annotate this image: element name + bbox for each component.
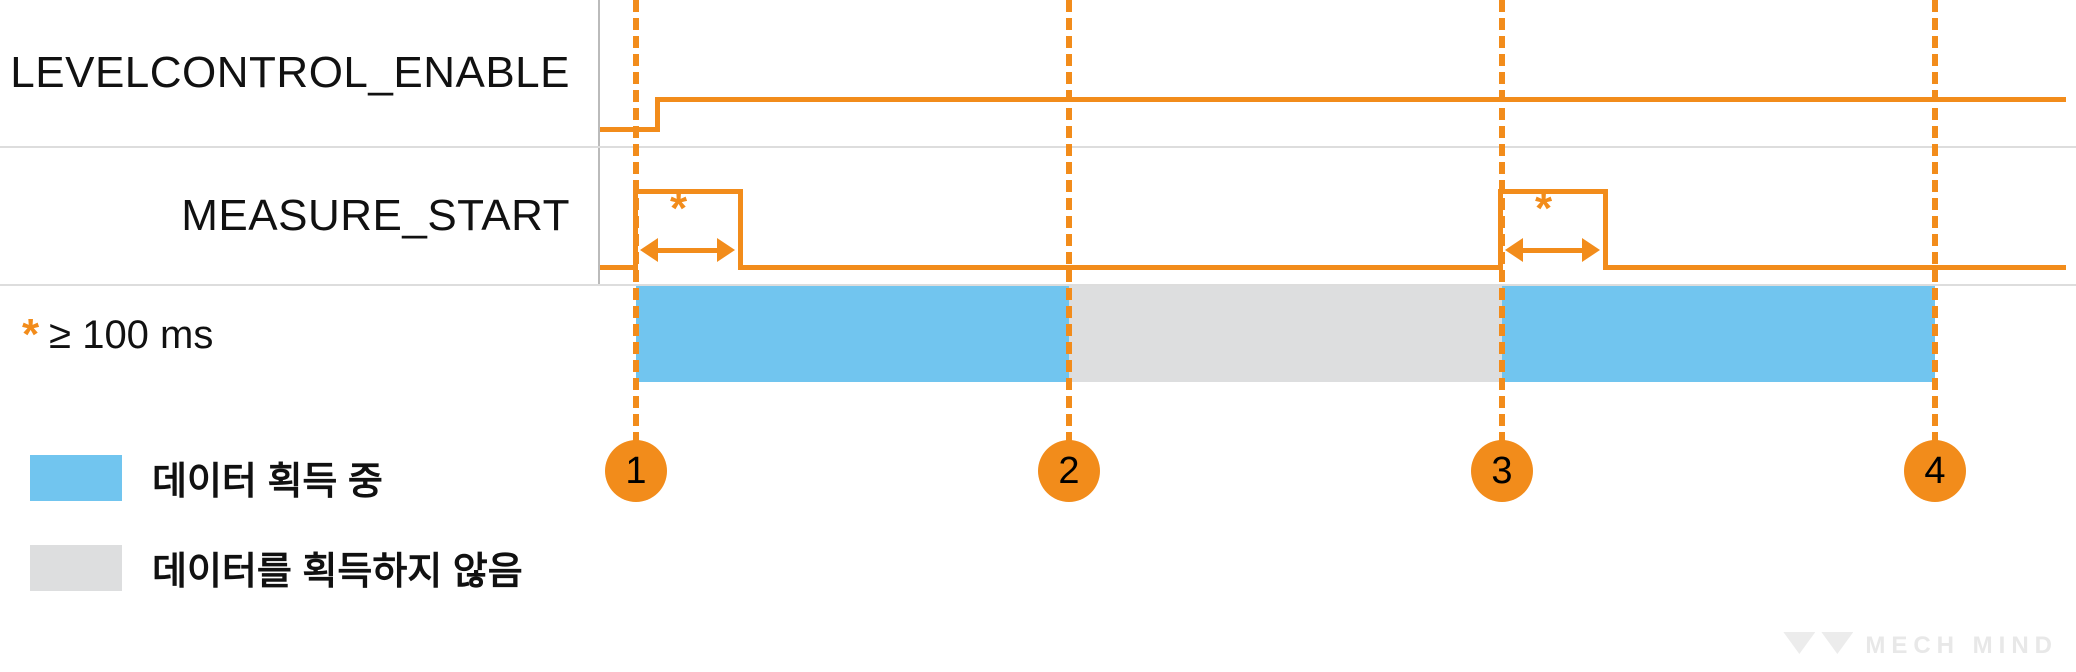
signal-measure-pulse1-top: [633, 189, 743, 194]
band-acquiring-2: [1502, 286, 1935, 382]
arrow-shaft: [658, 248, 717, 253]
timeline-measure-start: * *: [600, 148, 2076, 284]
note-star-icon: *: [22, 310, 39, 360]
marker-1: 1: [605, 440, 667, 502]
arrow-right-icon: [717, 238, 735, 262]
acquisition-bands: [600, 286, 2076, 382]
signal-measure-pulse2-fall: [1603, 190, 1608, 270]
row-levelcontrol-enable: LEVELCONTROL_ENABLE: [0, 0, 2076, 148]
watermark-text: MECH MIND: [1865, 632, 2058, 660]
marker-3: 3: [1471, 440, 1533, 502]
row-measure-start: MEASURE_START * *: [0, 148, 2076, 286]
arrow-left-icon: [640, 238, 658, 262]
marker-2: 2: [1038, 440, 1100, 502]
arrow-left-icon: [1505, 238, 1523, 262]
signal-levelcontrol-low: [600, 127, 660, 132]
pulse2-width-arrow: [1505, 238, 1600, 262]
legend-not-acquiring: 데이터를 획득하지 않음: [30, 540, 523, 595]
legend-label-not-acquiring: 데이터를 획득하지 않음: [152, 540, 523, 595]
band-acquiring-1: [636, 286, 1069, 382]
legend-label-acquiring: 데이터 획득 중: [152, 450, 383, 505]
signal-measure-low-2: [738, 265, 1501, 270]
watermark-logo-icon: [1783, 632, 1853, 660]
pulse2-star-icon: *: [1535, 184, 1552, 234]
signal-levelcontrol-high: [655, 97, 2066, 102]
timeline-levelcontrol: [600, 0, 2076, 146]
watermark: MECH MIND: [1783, 632, 2058, 660]
signal-label-levelcontrol: LEVELCONTROL_ENABLE: [0, 0, 600, 146]
legend-acquiring: 데이터 획득 중: [30, 450, 383, 505]
pulse-width-note: * ≥ 100 ms: [22, 310, 213, 360]
signal-measure-pulse1-fall: [738, 190, 743, 270]
signal-label-measure-start: MEASURE_START: [0, 148, 600, 284]
legend-swatch-not-acquiring: [30, 545, 122, 591]
arrow-right-icon: [1582, 238, 1600, 262]
band-not-acquiring: [1069, 286, 1502, 382]
signal-measure-pulse2-top: [1498, 189, 1608, 194]
pulse1-width-arrow: [640, 238, 735, 262]
row-acquisition-bands: [0, 286, 2076, 382]
legend-swatch-acquiring: [30, 455, 122, 501]
signal-measure-low-1: [600, 265, 636, 270]
signal-levelcontrol-rising-edge: [655, 98, 660, 132]
marker-4: 4: [1904, 440, 1966, 502]
arrow-shaft: [1523, 248, 1582, 253]
pulse1-star-icon: *: [670, 184, 687, 234]
signal-measure-low-3: [1603, 265, 2066, 270]
signal-measure-pulse2-rise: [1498, 190, 1503, 270]
note-text: ≥ 100 ms: [49, 313, 213, 358]
signal-measure-pulse1-rise: [633, 190, 638, 270]
